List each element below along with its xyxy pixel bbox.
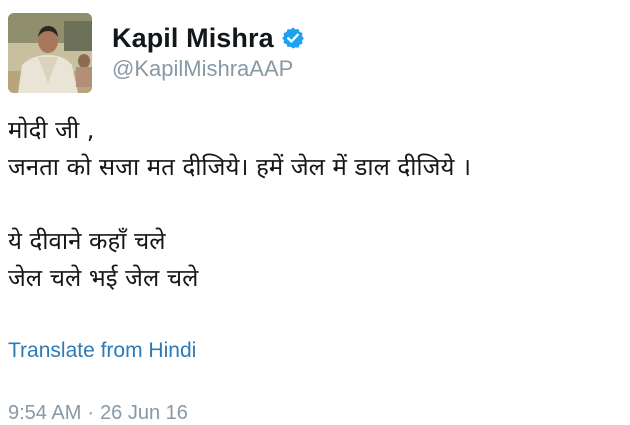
profile-photo-icon xyxy=(8,13,92,93)
tweet-card: Kapil Mishra @KapilMishraAAP मोदी जी , ज… xyxy=(0,0,630,425)
tweet-line: जेल चले भई जेल चले xyxy=(8,264,199,292)
tweet-time: 9:54 AM xyxy=(8,402,82,424)
separator: · xyxy=(87,402,95,424)
tweet-line: ये दीवाने कहाँ चले xyxy=(8,227,166,255)
tweet-text: मोदी जी , जनता को सजा मत दीजिये। हमें जे… xyxy=(8,112,620,297)
translate-link[interactable]: Translate from Hindi xyxy=(8,339,196,363)
verified-badge-icon xyxy=(281,26,305,50)
tweet-date: 26 Jun 16 xyxy=(100,402,188,424)
display-name[interactable]: Kapil Mishra xyxy=(112,23,274,54)
tweet-line: जनता को सजा मत दीजिये। हमें जेल में डाल … xyxy=(8,153,472,181)
avatar[interactable] xyxy=(8,13,92,93)
author-handle[interactable]: @KapilMishraAAP xyxy=(112,56,293,82)
author-row: Kapil Mishra xyxy=(112,20,305,56)
tweet-line: मोदी जी , xyxy=(8,116,95,144)
timestamp[interactable]: 9:54 AM · 26 Jun 16 xyxy=(8,402,188,425)
